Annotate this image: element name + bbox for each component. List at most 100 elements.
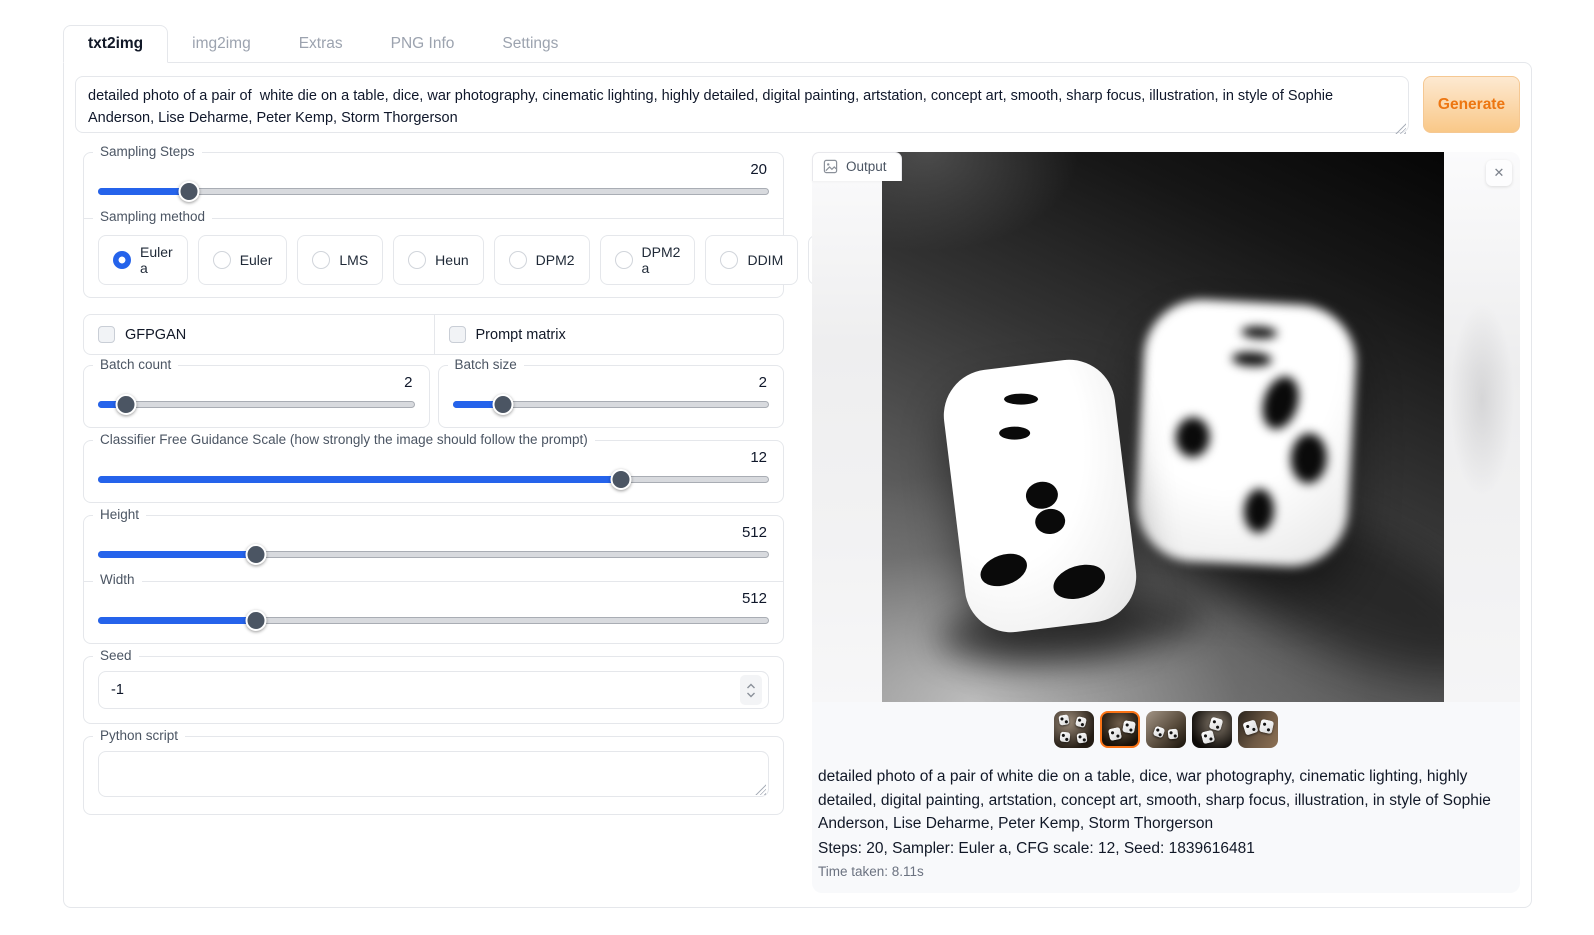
image-backdrop-left: [812, 152, 882, 702]
radio-icon: [408, 251, 426, 269]
width-group: Width 512: [84, 581, 783, 631]
chevron-up-icon: [746, 683, 756, 690]
app-window: txt2img img2img Extras PNG Info Settings…: [63, 25, 1532, 908]
batch-size-panel: Batch size 2: [438, 365, 785, 428]
tab-settings[interactable]: Settings: [478, 26, 582, 62]
prompt-matrix-option[interactable]: Prompt matrix: [434, 315, 784, 354]
gallery-thumbnail[interactable]: [1146, 711, 1186, 748]
sampling-panel: Sampling Steps 20 Sampling method Euler …: [83, 152, 784, 298]
focused-die: [939, 355, 1142, 638]
batch-count-label: Batch count: [93, 357, 178, 372]
sampling-method-group: Sampling method Euler a Euler LMS Heun D…: [84, 218, 783, 285]
radio-euler[interactable]: Euler: [198, 235, 288, 285]
batch-count-slider[interactable]: [98, 394, 415, 415]
width-slider[interactable]: [98, 610, 769, 631]
height-value[interactable]: 512: [98, 524, 767, 541]
cfg-scale-panel: Classifier Free Guidance Scale (how stro…: [83, 440, 784, 503]
sampling-steps-value[interactable]: 20: [98, 161, 767, 178]
width-value[interactable]: 512: [98, 590, 767, 607]
image-backdrop-right: [1444, 152, 1520, 702]
height-label: Height: [93, 507, 146, 522]
output-info: detailed photo of a pair of white die on…: [812, 748, 1514, 879]
height-slider[interactable]: [98, 544, 769, 565]
gallery-thumbnail-selected[interactable]: [1100, 711, 1140, 748]
gallery-thumbnail[interactable]: [1192, 711, 1232, 748]
prompt-matrix-label: Prompt matrix: [476, 327, 566, 343]
width-label: Width: [93, 572, 142, 587]
toggles-box: GFPGAN Prompt matrix: [83, 314, 784, 355]
gallery-thumbnail[interactable]: [1054, 711, 1094, 748]
chevron-down-icon: [746, 691, 756, 698]
radio-dpm2-a[interactable]: DPM2 a: [600, 235, 696, 285]
number-stepper[interactable]: [740, 675, 762, 705]
generate-button[interactable]: Generate: [1423, 76, 1520, 133]
radio-heun[interactable]: Heun: [393, 235, 483, 285]
batch-row: Batch count 2 Batch size 2: [83, 365, 784, 428]
radio-icon: [312, 251, 330, 269]
settings-column: Sampling Steps 20 Sampling method Euler …: [75, 152, 784, 893]
python-script-input[interactable]: [98, 751, 769, 797]
batch-count-panel: Batch count 2: [83, 365, 430, 428]
output-caption: detailed photo of a pair of white die on…: [818, 765, 1506, 836]
radio-icon: [720, 251, 738, 269]
seed-box: [98, 671, 769, 709]
output-tab-label: Output: [846, 159, 887, 174]
radio-icon: [509, 251, 527, 269]
sampling-method-label: Sampling method: [93, 209, 212, 224]
radio-ddim[interactable]: DDIM: [705, 235, 798, 285]
radio-label: Heun: [435, 252, 468, 268]
tab-png-info[interactable]: PNG Info: [367, 26, 479, 62]
main-frame: detailed photo of a pair of white die on…: [63, 62, 1532, 908]
cfg-scale-label: Classifier Free Guidance Scale (how stro…: [93, 432, 595, 447]
radio-label: LMS: [339, 252, 368, 268]
output-gallery: [812, 711, 1520, 748]
radio-icon: [615, 251, 633, 269]
prompt-row: detailed photo of a pair of white die on…: [75, 76, 1520, 138]
cfg-scale-slider[interactable]: [98, 469, 769, 490]
output-panel: Output ✕: [812, 152, 1520, 893]
batch-size-label: Batch size: [448, 357, 524, 372]
sampling-steps-label: Sampling Steps: [93, 144, 202, 159]
cfg-scale-value[interactable]: 12: [98, 449, 767, 466]
radio-label: DDIM: [747, 252, 783, 268]
radio-icon: [213, 251, 231, 269]
radio-euler-a[interactable]: Euler a: [98, 235, 188, 285]
dimensions-panel: Height 512 Width 512: [83, 515, 784, 644]
generated-image[interactable]: [882, 152, 1444, 702]
output-tab[interactable]: Output: [812, 152, 902, 181]
batch-size-value[interactable]: 2: [453, 374, 768, 391]
sampling-steps-slider[interactable]: [98, 181, 769, 202]
radio-label: Euler: [240, 252, 273, 268]
seed-label: Seed: [93, 648, 139, 663]
output-column: Output ✕: [812, 152, 1520, 893]
radio-label: DPM2 a: [642, 244, 681, 276]
image-icon: [823, 159, 838, 174]
gfpgan-option[interactable]: GFPGAN: [84, 315, 434, 354]
radio-lms[interactable]: LMS: [297, 235, 383, 285]
seed-panel: Seed: [83, 656, 784, 724]
radio-dpm2[interactable]: DPM2: [494, 235, 590, 285]
close-icon[interactable]: ✕: [1486, 160, 1512, 186]
gfpgan-checkbox[interactable]: [98, 326, 115, 343]
seed-input[interactable]: [111, 682, 740, 698]
sampling-method-radios: Euler a Euler LMS Heun DPM2 DPM2 a DDIM …: [98, 235, 769, 285]
generated-image-view[interactable]: [812, 152, 1520, 702]
batch-count-value[interactable]: 2: [98, 374, 413, 391]
blurred-die: [1133, 297, 1358, 570]
gfpgan-label: GFPGAN: [125, 327, 186, 343]
tab-img2img[interactable]: img2img: [168, 26, 275, 62]
tab-txt2img[interactable]: txt2img: [63, 25, 168, 63]
prompt-input[interactable]: detailed photo of a pair of white die on…: [75, 76, 1409, 133]
batch-size-slider[interactable]: [453, 394, 770, 415]
prompt-matrix-checkbox[interactable]: [449, 326, 466, 343]
radio-label: Euler a: [140, 244, 173, 276]
tab-extras[interactable]: Extras: [275, 26, 367, 62]
python-script-panel: Python script: [83, 736, 784, 815]
gallery-thumbnail[interactable]: [1238, 711, 1278, 748]
tab-bar: txt2img img2img Extras PNG Info Settings: [63, 25, 1532, 62]
output-params: Steps: 20, Sampler: Euler a, CFG scale: …: [818, 837, 1506, 860]
output-time-taken: Time taken: 8.11s: [818, 864, 1506, 879]
radio-label: DPM2: [536, 252, 575, 268]
radio-selected-icon: [113, 251, 131, 269]
python-script-label: Python script: [93, 728, 185, 743]
